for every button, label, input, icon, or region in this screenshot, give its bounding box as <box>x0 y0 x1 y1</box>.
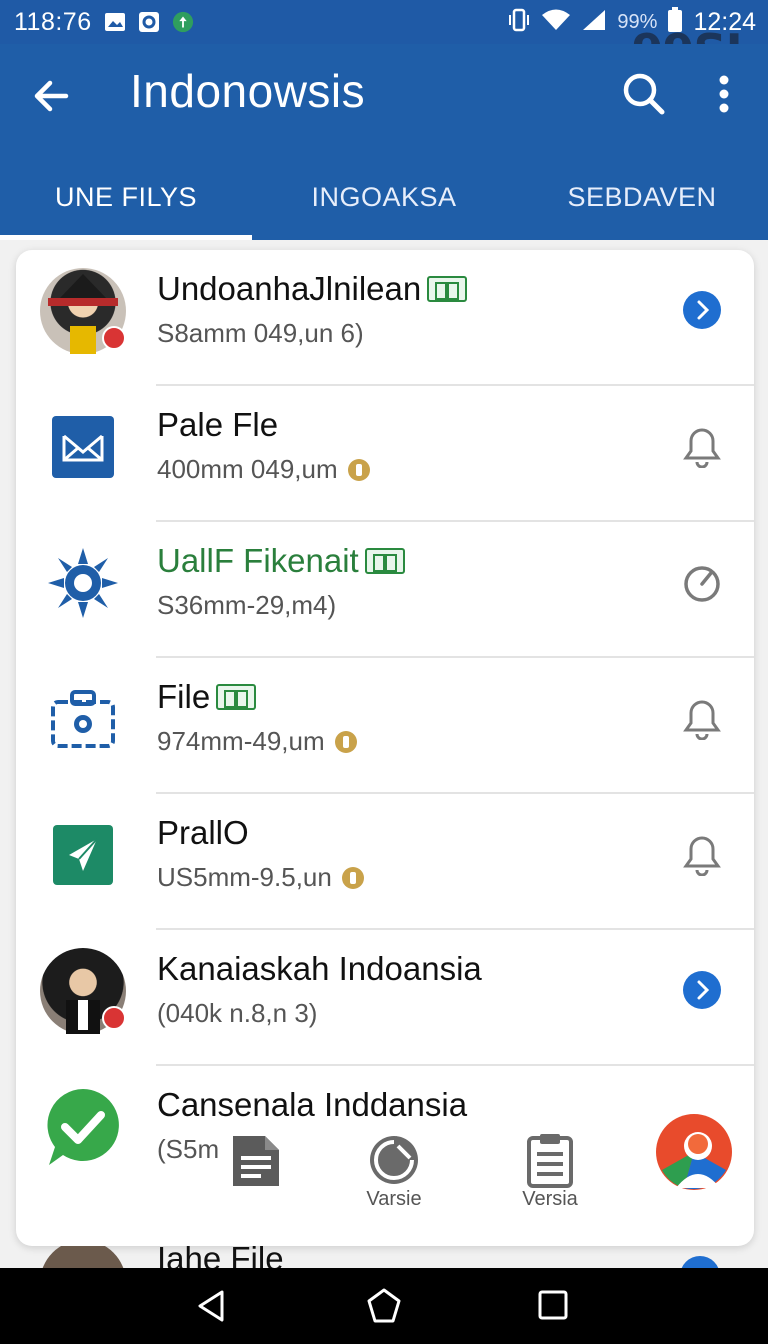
more-vert-icon[interactable] <box>708 70 740 118</box>
tag-icon <box>427 276 468 302</box>
back-arrow-icon[interactable] <box>30 74 74 118</box>
tab-sebdaven[interactable]: SEBDAVEN <box>516 154 768 240</box>
file-meta: (040k n.8,n 3) <box>157 998 318 1028</box>
back-nav-icon[interactable] <box>192 1286 232 1326</box>
system-nav-bar <box>0 1268 768 1344</box>
varsie-action[interactable]: Varsie <box>334 1132 454 1211</box>
file-row[interactable]: UallF Fikenait S36mm-29,m4) <box>16 522 754 658</box>
pin-icon <box>347 458 370 481</box>
recents-nav-icon[interactable] <box>534 1286 574 1326</box>
file-row[interactable]: Kanaiaskah Indoansia (040k n.8,n 3) <box>16 930 754 1066</box>
pin-icon <box>334 730 357 753</box>
file-name: UndoanhaJlnilean <box>157 270 468 308</box>
avatar-photo <box>40 268 126 354</box>
briefcase-settings-icon <box>40 676 126 762</box>
file-list-card: UndoanhaJlnilean S8amm 049,un 6) Pale Fl… <box>16 250 754 1246</box>
search-icon[interactable] <box>620 70 668 118</box>
file-name: Pale Fle <box>157 406 279 443</box>
avatar <box>40 948 126 1034</box>
chevron-right-icon[interactable] <box>678 966 726 1014</box>
upload-icon <box>172 11 194 33</box>
file-name: File <box>157 678 257 716</box>
refresh-icon <box>370 1136 418 1184</box>
file-meta: S8amm 049,un 6) <box>157 318 364 348</box>
tab-bar: UNE FILYS INGOAKSA SEBDAVEN <box>0 154 768 240</box>
signal-icon <box>581 8 607 37</box>
bell-icon[interactable] <box>678 830 726 878</box>
clipboard-icon <box>527 1134 573 1188</box>
file-row[interactable]: Pale Fle 400mm 049,um <box>16 386 754 522</box>
vibrate-icon <box>507 7 531 38</box>
send-icon <box>40 812 126 898</box>
avatar-photo <box>40 948 126 1034</box>
home-nav-icon[interactable] <box>364 1286 404 1326</box>
status-time-left: 118:76 <box>14 7 92 36</box>
avatar <box>40 1246 126 1270</box>
gear-icon <box>40 540 126 626</box>
image-icon <box>104 11 126 33</box>
document-icon <box>233 1136 279 1186</box>
tag-icon <box>364 548 405 574</box>
file-row[interactable]: UndoanhaJlnilean S8amm 049,un 6) <box>16 250 754 386</box>
tab-une-filys[interactable]: UNE FILYS <box>0 154 252 240</box>
peek-row: Iahe File <box>16 1246 754 1270</box>
profile-fab-icon[interactable] <box>654 1110 734 1194</box>
file-name: Kanaiaskah Indoansia <box>157 950 482 987</box>
wifi-icon <box>541 8 571 37</box>
pin-icon <box>341 866 364 889</box>
file-row[interactable]: File 974mm-49,um <box>16 658 754 794</box>
tab-ingoaksa[interactable]: INGOAKSA <box>252 154 516 240</box>
avatar <box>40 268 126 354</box>
versia-action[interactable]: Versia <box>490 1132 610 1211</box>
message-icon <box>138 11 160 33</box>
badge-icon <box>102 326 126 350</box>
file-name: PrallO <box>157 814 249 851</box>
bell-icon[interactable] <box>678 422 726 470</box>
file-meta: 974mm-49,um <box>157 726 357 757</box>
document-action[interactable] <box>196 1132 316 1188</box>
bottom-action-bar: Varsie Versia <box>16 1110 754 1246</box>
badge-icon <box>102 1006 126 1030</box>
tag-icon <box>216 684 257 710</box>
app-title: Indonowsis <box>130 65 366 117</box>
chevron-right-icon[interactable] <box>678 286 726 334</box>
file-name: UallF Fikenait <box>157 542 405 580</box>
file-row[interactable]: PrallO US5mm-9.5,un <box>16 794 754 930</box>
file-meta: S36mm-29,m4) <box>157 590 337 620</box>
mail-icon <box>40 404 126 490</box>
bell-icon[interactable] <box>678 694 726 742</box>
file-meta: 400mm 049,um <box>157 454 370 485</box>
app-bar: Indonowsis UNE FILYS INGOAKSA SEBDAVEN <box>0 44 768 240</box>
peek-file-name: Iahe File <box>157 1246 284 1270</box>
timer-icon[interactable] <box>678 558 726 606</box>
file-meta: US5mm-9.5,un <box>157 862 364 893</box>
